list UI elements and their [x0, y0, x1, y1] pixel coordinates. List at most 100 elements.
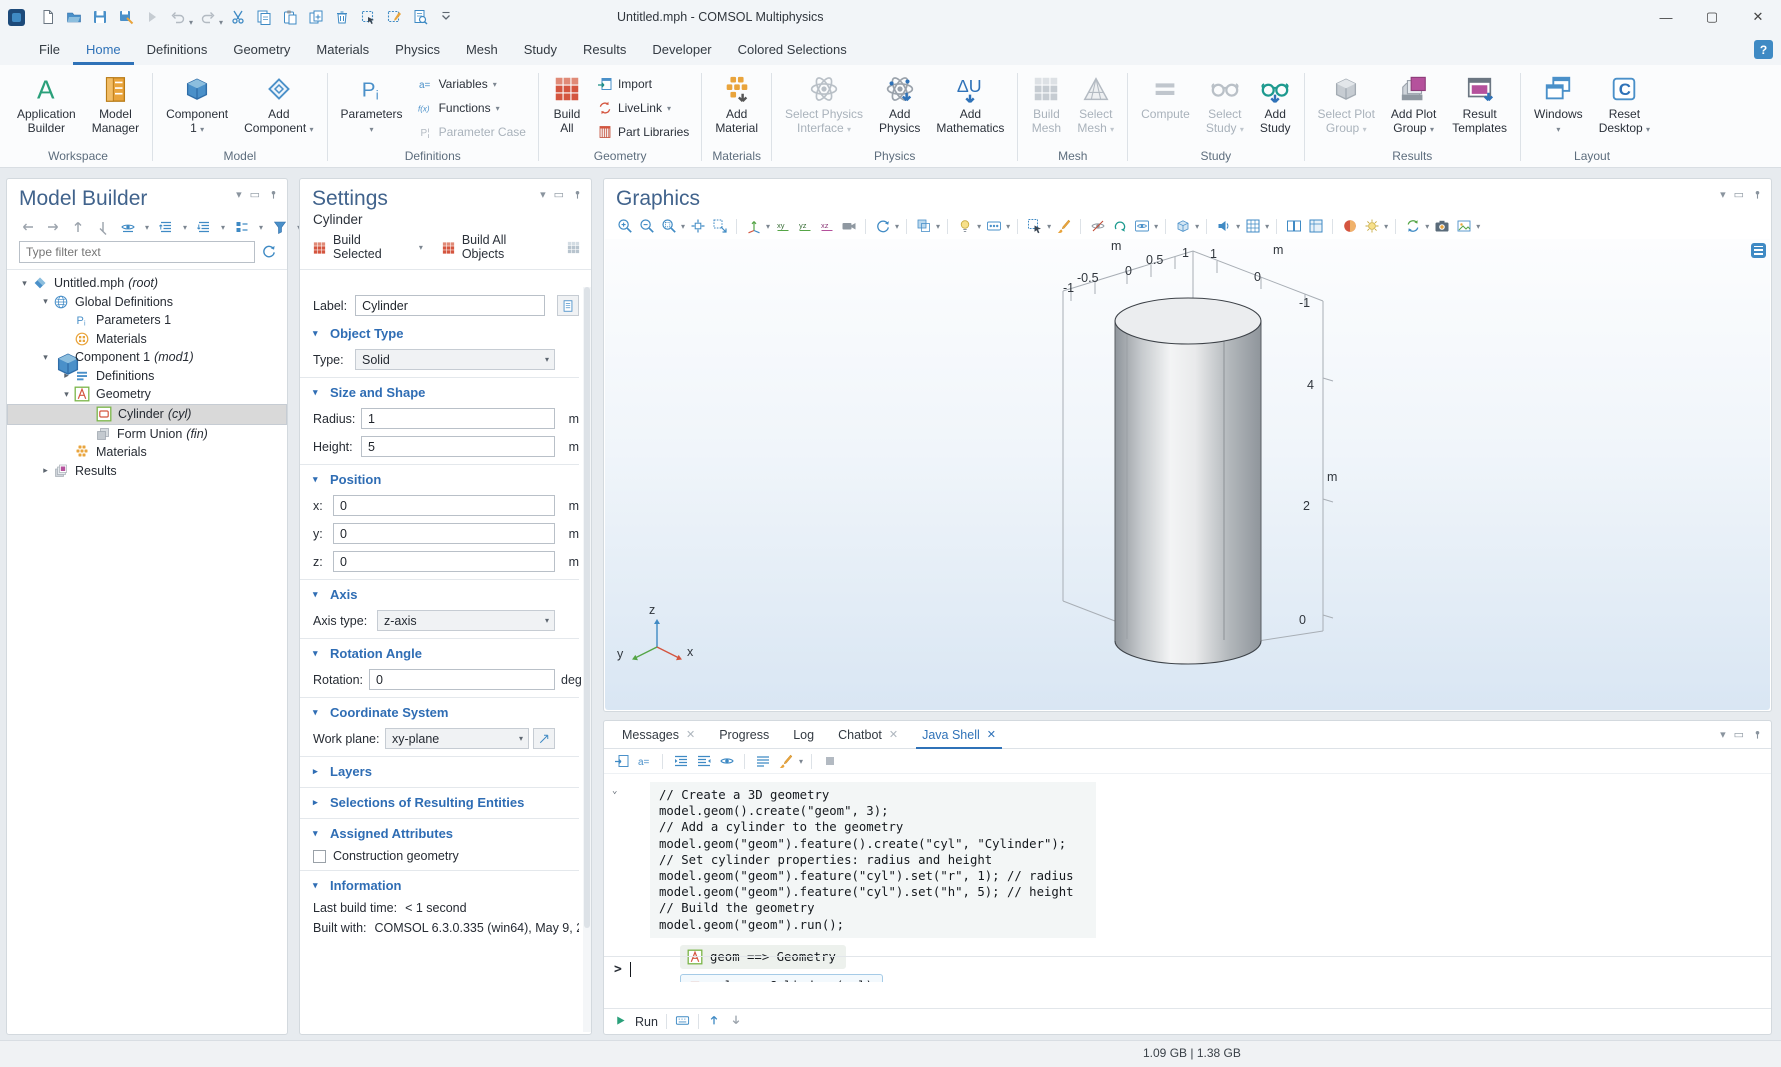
menu-physics[interactable]: Physics — [382, 34, 453, 65]
sync-icon[interactable] — [1403, 217, 1422, 235]
ribbon-button-parameters[interactable]: PiParameters▾ — [334, 69, 410, 139]
run-icon[interactable] — [140, 5, 164, 29]
java-shell-output[interactable]: ⌄ // Create a 3D geometry model.geom().c… — [604, 776, 1771, 982]
ambient-light-caret-icon[interactable]: ▾ — [1384, 222, 1388, 231]
show-caret-icon[interactable]: ▾ — [145, 223, 149, 232]
tree-node-form-union[interactable]: Form Union(fin) — [7, 425, 287, 444]
transparency-icon[interactable] — [914, 217, 933, 235]
tree-node-results[interactable]: ▸Results — [7, 462, 287, 481]
keyboard-shortcuts-icon[interactable] — [675, 1013, 690, 1031]
move-up-icon[interactable] — [70, 219, 86, 235]
panel-menu-icon[interactable]: ▾ — [540, 188, 546, 201]
hide-selected-icon[interactable] — [1088, 217, 1107, 235]
section-header-object-type[interactable]: ▾Object Type — [313, 326, 579, 341]
ribbon-button-part-libraries[interactable]: Part Libraries — [593, 122, 693, 142]
input-z[interactable] — [333, 551, 555, 572]
search-document-icon[interactable] — [408, 5, 432, 29]
ribbon-button-add-component[interactable]: AddComponent ▾ — [237, 69, 320, 139]
maximize-button[interactable]: ▢ — [1689, 0, 1735, 34]
help-button[interactable]: ? — [1754, 40, 1773, 59]
ribbon-button-result-templates[interactable]: ResultTemplates — [1445, 69, 1514, 137]
indent-decrease-icon[interactable] — [694, 752, 713, 770]
highlight-icon[interactable] — [382, 5, 406, 29]
show-icon[interactable] — [120, 219, 136, 235]
menu-geometry[interactable]: Geometry — [220, 34, 303, 65]
undo-icon[interactable] — [166, 5, 190, 29]
rotate-caret-icon[interactable]: ▾ — [895, 222, 899, 231]
duplicate-icon[interactable] — [304, 5, 328, 29]
section-header-position[interactable]: ▾Position — [313, 472, 579, 487]
ribbon-button-add-plot-group[interactable]: Add PlotGroup ▾ — [1384, 69, 1443, 139]
select-box-icon[interactable] — [1025, 217, 1044, 235]
view-cube-icon[interactable] — [1173, 217, 1192, 235]
select-workplane[interactable]: xy-plane▾ — [385, 728, 529, 749]
model-tree-nodes-icon[interactable] — [234, 219, 250, 235]
tree-expander-icon[interactable]: ▸ — [38, 465, 53, 476]
filter-icon[interactable] — [272, 219, 288, 235]
build-selected-button[interactable]: Build Selected — [333, 233, 413, 261]
collapse-region-icon[interactable]: ⌄ — [612, 786, 617, 796]
section-header-assigned-attributes[interactable]: ▾Assigned Attributes — [313, 826, 579, 841]
collapse-all-caret-icon[interactable]: ▾ — [183, 223, 187, 232]
zoom-in-icon[interactable] — [615, 217, 634, 235]
expand-all-caret-icon[interactable]: ▾ — [221, 223, 225, 232]
view-xy-icon[interactable]: xy — [773, 217, 792, 235]
ribbon-button-windows[interactable]: Windows▾ — [1527, 69, 1590, 139]
section-header-size-and-shape[interactable]: ▾Size and Shape — [313, 385, 579, 400]
section-header-selections-of-resulting-entities[interactable]: ▸Selections of Resulting Entities — [313, 795, 579, 810]
ribbon-button-add-physics[interactable]: AddPhysics — [872, 69, 927, 137]
back-icon[interactable] — [20, 219, 36, 235]
visibility-icon[interactable] — [1132, 217, 1151, 235]
tree-expander-icon[interactable]: ▾ — [38, 296, 53, 307]
tree-node-parameters-1[interactable]: PiParameters 1 — [7, 311, 287, 330]
panel-pin-icon[interactable] — [572, 189, 583, 200]
panel-float-icon[interactable]: ▭ — [1734, 728, 1744, 741]
input-radius[interactable] — [361, 408, 555, 429]
tree-node-component-1[interactable]: ▾Component 1(mod1) — [7, 348, 287, 367]
panel-pin-icon[interactable] — [1752, 729, 1763, 740]
history-next-icon[interactable] — [729, 1013, 743, 1030]
go-to-source-button[interactable] — [533, 728, 555, 749]
menu-home[interactable]: Home — [73, 34, 134, 65]
ribbon-button-add-study[interactable]: AddStudy — [1253, 69, 1298, 137]
copy-icon[interactable] — [252, 5, 276, 29]
input-height[interactable] — [361, 436, 555, 457]
new-file-icon[interactable] — [36, 5, 60, 29]
shell-prompt[interactable]: > — [604, 956, 1771, 982]
checkbox-construction-geometry[interactable] — [313, 850, 326, 863]
expand-all-icon[interactable] — [196, 219, 212, 235]
menu-file[interactable]: File — [26, 34, 73, 65]
ribbon-button-component-1[interactable]: Component1 ▾ — [159, 69, 235, 139]
panel-menu-icon[interactable]: ▾ — [1720, 188, 1726, 201]
plot-properties-side-tab[interactable] — [1751, 243, 1766, 258]
clear-icon[interactable] — [776, 752, 795, 770]
input-rotation[interactable] — [369, 669, 555, 690]
label-input[interactable] — [355, 295, 545, 316]
tab-chatbot[interactable]: Chatbot✕ — [826, 721, 910, 749]
graphics-canvas[interactable]: m-1-0.500.511m0-14m20zyx — [605, 239, 1770, 710]
refresh-icon[interactable] — [261, 243, 277, 262]
panel-float-icon[interactable]: ▭ — [554, 188, 564, 201]
tree-node-global-definitions[interactable]: ▾Global Definitions — [7, 293, 287, 312]
ribbon-button-variables[interactable]: a=Variables▾ — [414, 74, 530, 94]
zoom-out-icon[interactable] — [637, 217, 656, 235]
input-y[interactable] — [333, 523, 555, 544]
ribbon-button-functions[interactable]: f(x)Functions▾ — [414, 98, 530, 118]
more-commands-icon[interactable] — [434, 5, 458, 29]
environment-icon[interactable] — [984, 217, 1003, 235]
close-button[interactable]: ✕ — [1735, 0, 1781, 34]
run-button[interactable]: Run — [635, 1015, 658, 1029]
ribbon-button-build-all[interactable]: BuildAll — [545, 69, 589, 137]
tree-expander-icon[interactable]: ▸ — [59, 370, 74, 381]
section-header-axis[interactable]: ▾Axis — [313, 587, 579, 602]
tab-messages[interactable]: Messages✕ — [610, 721, 707, 749]
delete-icon[interactable] — [330, 5, 354, 29]
select-all-icon[interactable] — [1306, 217, 1325, 235]
tree-node-materials[interactable]: Materials — [7, 443, 287, 462]
minimize-button[interactable]: — — [1643, 0, 1689, 34]
menu-developer[interactable]: Developer — [639, 34, 724, 65]
image-export-caret-icon[interactable]: ▾ — [1476, 222, 1480, 231]
panel-pin-icon[interactable] — [268, 189, 279, 200]
select-axistype[interactable]: z-axis▾ — [377, 610, 555, 631]
section-header-layers[interactable]: ▸Layers — [313, 764, 579, 779]
